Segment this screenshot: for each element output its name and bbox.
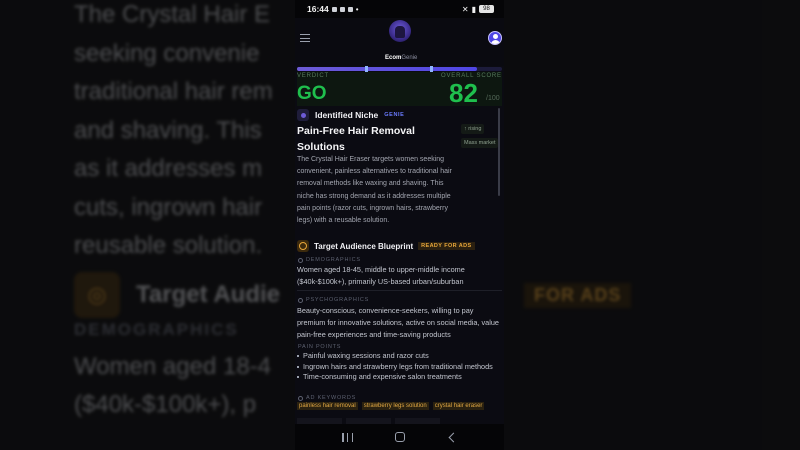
trend-badge: ↑ rising — [461, 124, 485, 134]
pain-point-item: Time-consuming and expensive salon treat… — [297, 372, 497, 383]
signal-icon: ▮ — [471, 4, 476, 14]
mute-icon: ✕ — [461, 4, 469, 14]
status-bar: 16:44 • ✕ ▮ 98 — [295, 0, 504, 18]
genie-logo-icon — [389, 20, 411, 42]
app-header: EcomGenie — [295, 18, 504, 66]
brand-name: EcomGenie — [385, 55, 418, 61]
keyword-chip[interactable]: painless hair removal — [297, 402, 358, 410]
people-icon — [298, 257, 303, 263]
verdict-label: VERDICT — [297, 73, 329, 79]
target-audience-heading: Target Audience Blueprint READY FOR ADS — [297, 240, 475, 252]
notification-icon — [347, 6, 353, 12]
battery-icon: 98 — [479, 5, 494, 13]
target-icon — [297, 240, 309, 252]
keyword-chip[interactable]: crystal hair eraser — [432, 402, 485, 410]
keyword-list: painless hair removal strawberry legs so… — [297, 402, 485, 410]
market-badge: Mass market — [461, 138, 499, 148]
score-max: /100 — [486, 95, 500, 102]
home-icon[interactable] — [395, 432, 405, 442]
tag-icon — [298, 395, 303, 401]
progress-fill — [297, 67, 478, 71]
pain-point-item: Painful waxing sessions and razor cuts — [297, 351, 497, 362]
brain-icon — [298, 297, 303, 303]
niche-description: The Crystal Hair Eraser targets women se… — [297, 156, 452, 225]
verdict-value: GO — [297, 83, 327, 104]
phone-screen: 16:44 • ✕ ▮ 98 EcomGenie VERDICT GO OVER… — [295, 0, 504, 450]
target-audience-title: Target Audience Blueprint — [314, 241, 414, 251]
app-logo — [387, 20, 413, 54]
system-nav-bar — [295, 424, 504, 450]
psychographics-label: PSYCHOGRAPHICS — [298, 297, 369, 303]
menu-icon[interactable] — [300, 33, 310, 43]
report-content[interactable]: Identified Niche GENIE Pain-Free Hair Re… — [295, 106, 504, 424]
recents-icon[interactable] — [342, 432, 353, 442]
status-time: 16:44 — [307, 4, 329, 14]
verdict-panel: VERDICT GO OVERALL SCORE 82 /100 — [297, 72, 502, 108]
divider — [297, 290, 502, 291]
notification-icon — [339, 6, 345, 12]
niche-title: Identified Niche — [315, 110, 379, 120]
psychographics-text: Beauty-conscious, convenience-seekers, w… — [297, 306, 499, 339]
keyword-chip[interactable]: strawberry legs solution — [361, 402, 429, 410]
notification-icon — [331, 6, 337, 12]
genie-tag: GENIE — [384, 112, 405, 118]
ad-keywords-label: AD KEYWORDS — [298, 395, 356, 401]
ready-for-ads-badge: READY FOR ADS — [418, 242, 475, 250]
user-avatar-icon[interactable] — [488, 31, 502, 45]
niche-heading: Identified Niche GENIE — [297, 109, 404, 121]
demographics-text: Women aged 18-45, middle to upper-middle… — [297, 265, 465, 286]
overall-score: 82 — [449, 78, 478, 108]
demographics-label: DEMOGRAPHICS — [298, 257, 361, 263]
dot-icon: • — [355, 4, 359, 14]
scrollbar-thumb[interactable] — [498, 108, 500, 196]
niche-icon — [297, 109, 309, 121]
pain-points-list: Painful waxing sessions and razor cuts I… — [297, 351, 497, 383]
progress-bar — [297, 66, 502, 72]
pain-points-label: PAIN POINTS — [298, 344, 342, 350]
niche-name: Pain-Free Hair Removal Solutions — [297, 125, 415, 153]
pain-point-item: Ingrown hairs and strawberry legs from t… — [297, 362, 497, 373]
back-icon[interactable] — [448, 432, 459, 442]
